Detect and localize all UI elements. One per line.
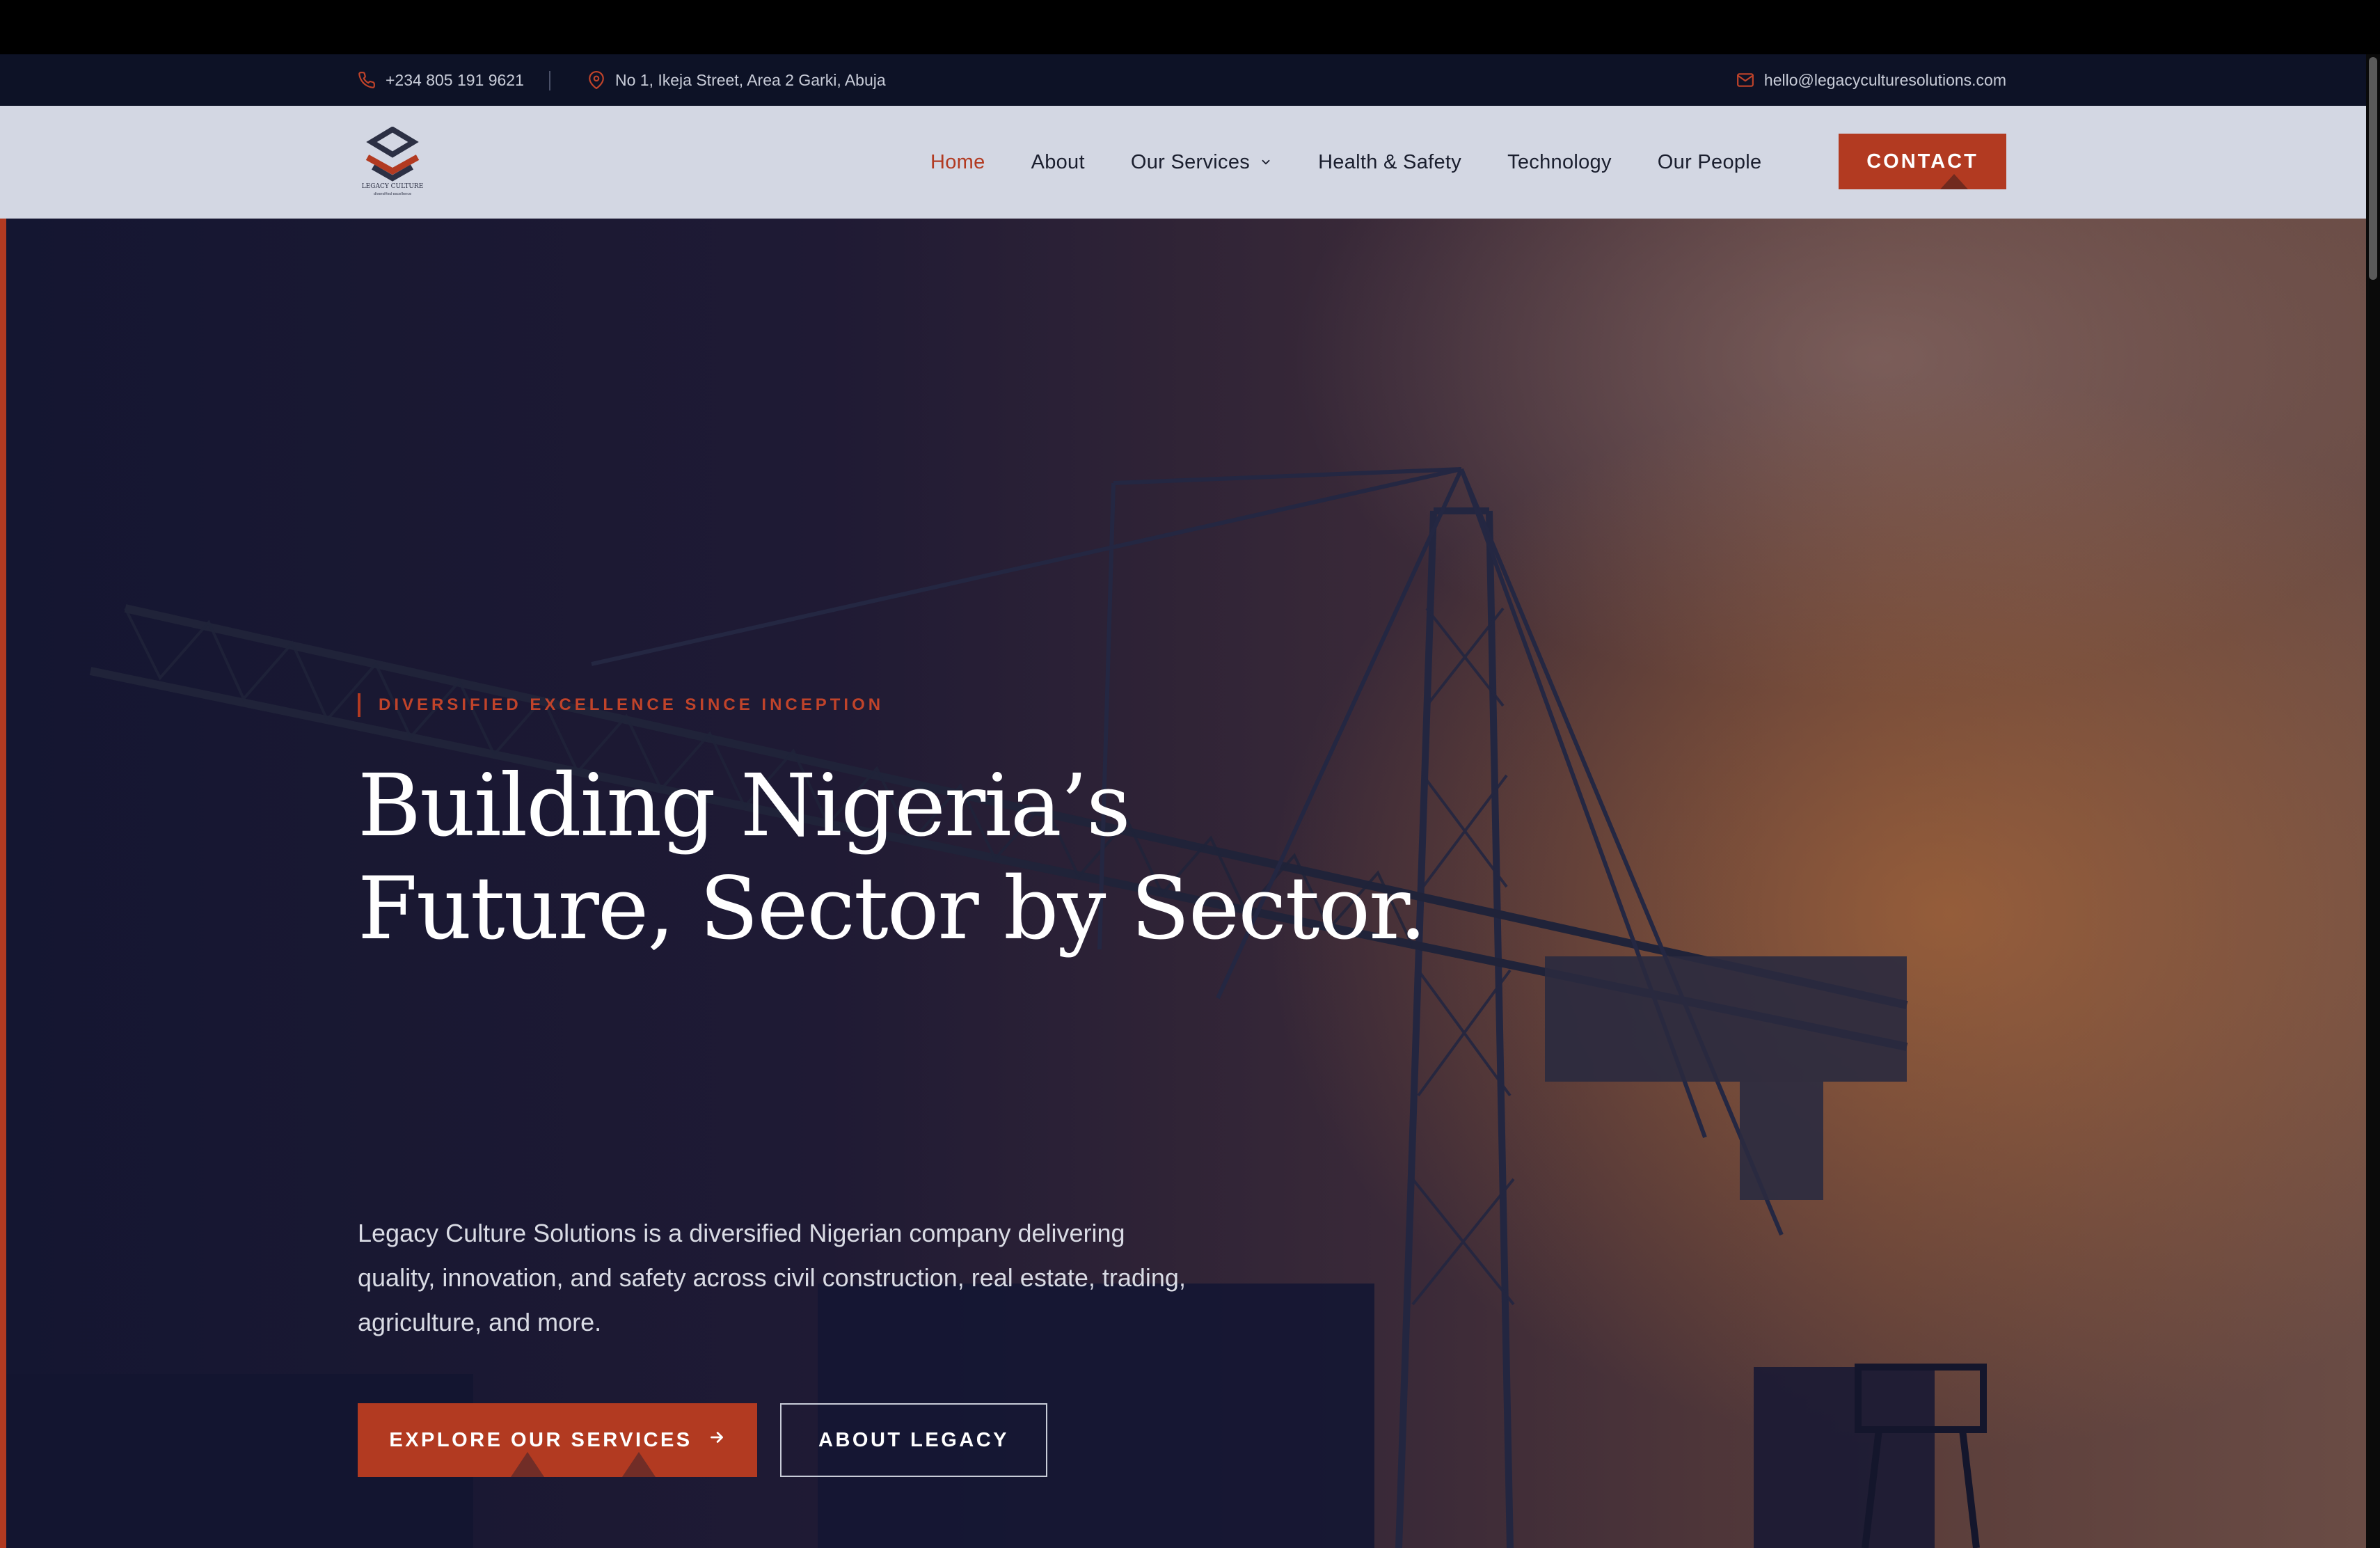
chevron-down-icon	[1260, 151, 1272, 174]
nav-our-people-label: Our People	[1657, 150, 1762, 173]
nav-technology-label: Technology	[1507, 150, 1612, 173]
hero-eyebrow: DIVERSIFIED EXCELLENCE SINCE INCEPTION	[358, 693, 884, 717]
phone-icon	[358, 71, 376, 89]
scrollbar-thumb[interactable]	[2369, 57, 2377, 280]
page-scrollbar[interactable]	[2366, 54, 2380, 1548]
main-navbar: LEGACY CULTURE diversified excellence Ho…	[0, 106, 2366, 219]
hero-headline: Building Nigeria’s Future, Sector by Sec…	[358, 755, 1471, 961]
nav-about-label: About	[1031, 150, 1085, 173]
company-logo[interactable]: LEGACY CULTURE diversified excellence	[358, 126, 427, 199]
topbar-phone[interactable]: +234 805 191 9621	[358, 54, 524, 106]
hero-headline-line2: Future, Sector by Sector.	[358, 859, 1427, 959]
email-text: hello@legacyculturesolutions.com	[1763, 70, 2006, 89]
hero-section: DIVERSIFIED EXCELLENCE SINCE INCEPTION B…	[0, 219, 2366, 1548]
nav-links: Home About Our Services Health & Safety …	[930, 106, 1807, 219]
nav-our-people[interactable]: Our People	[1658, 151, 1762, 174]
button-decoration	[1940, 174, 1968, 189]
browser-chrome-bar	[0, 0, 2380, 54]
nav-home[interactable]: Home	[930, 151, 985, 174]
hero-headline-line1: Building Nigeria’s	[358, 756, 1131, 856]
map-pin-icon	[587, 71, 605, 89]
button-decoration	[511, 1452, 544, 1477]
contact-button-label: CONTACT	[1866, 150, 1978, 173]
about-legacy-button[interactable]: ABOUT LEGACY	[780, 1403, 1047, 1477]
address-text: No 1, Ikeja Street, Area 2 Garki, Abuja	[615, 70, 886, 89]
topbar-divider	[549, 71, 550, 90]
nav-health-safety-label: Health & Safety	[1318, 150, 1462, 173]
explore-services-button[interactable]: EXPLORE OUR SERVICES	[358, 1403, 757, 1477]
nav-our-services-label: Our Services	[1130, 150, 1251, 173]
topbar-address: No 1, Ikeja Street, Area 2 Garki, Abuja	[587, 54, 886, 106]
contact-button[interactable]: CONTACT	[1839, 134, 2006, 189]
hero-intro: Legacy Culture Solutions is a diversifie…	[358, 1219, 1186, 1336]
top-info-bar: +234 805 191 9621 No 1, Ikeja Street, Ar…	[0, 54, 2366, 106]
nav-health-safety[interactable]: Health & Safety	[1318, 151, 1461, 174]
mail-icon	[1736, 71, 1754, 89]
nav-about[interactable]: About	[1031, 151, 1085, 174]
about-legacy-label: ABOUT LEGACY	[818, 1428, 1009, 1451]
nav-our-services[interactable]: Our Services	[1131, 151, 1272, 174]
svg-text:LEGACY CULTURE: LEGACY CULTURE	[362, 183, 424, 190]
arrow-right-icon	[708, 1428, 726, 1452]
button-decoration	[622, 1452, 656, 1477]
hero-accent-bar	[0, 219, 6, 1548]
phone-text: +234 805 191 9621	[386, 70, 524, 89]
explore-services-label: EXPLORE OUR SERVICES	[389, 1428, 692, 1451]
nav-technology[interactable]: Technology	[1507, 151, 1612, 174]
nav-home-label: Home	[930, 150, 985, 173]
svg-text:diversified excellence: diversified excellence	[374, 192, 411, 196]
topbar-email[interactable]: hello@legacyculturesolutions.com	[1736, 54, 2006, 106]
